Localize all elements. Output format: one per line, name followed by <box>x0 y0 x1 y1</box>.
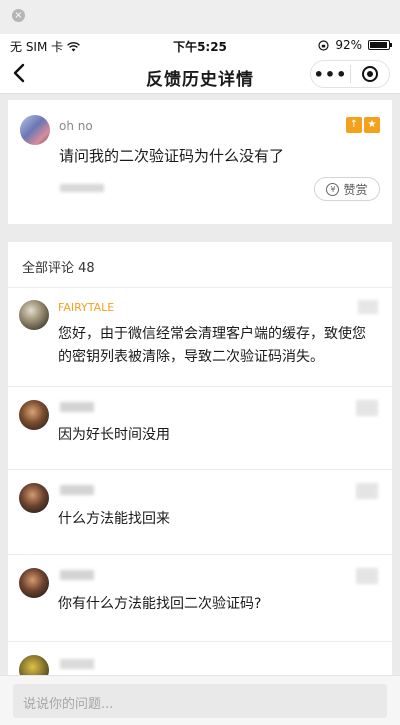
mini-program-capsule: ••• <box>310 60 390 88</box>
nav-bar: 反馈历史详情 ••• <box>0 56 400 94</box>
avatar[interactable] <box>19 483 49 513</box>
comment-text: 你有什么方法能找回二次验证码? <box>58 596 262 612</box>
comments-header: 全部评论 48 <box>22 261 95 276</box>
blurred-reply-count <box>356 483 378 499</box>
blurred-username <box>60 659 94 669</box>
comment-input-bar: 说说你的问题... <box>0 675 400 725</box>
blurred-reply-count <box>356 568 378 584</box>
window-bar: × <box>0 0 400 34</box>
question-input[interactable]: 说说你的问题... <box>13 684 387 718</box>
more-options-button[interactable]: ••• <box>311 65 350 84</box>
post-question-text: 请问我的二次验证码为什么没有了 <box>59 147 285 165</box>
blurred-reply-count <box>356 400 378 416</box>
comment-item: 什么方法能找回来 <box>8 471 392 555</box>
comment-text: 您好，由于微信经常会清理客户端的缓存，致使您的密钥列表被清除，导致二次验证码消失… <box>58 326 366 365</box>
orientation-lock-icon <box>318 39 329 51</box>
status-right: 92% <box>318 38 392 52</box>
battery-percent: 92% <box>335 38 362 52</box>
blurred-username <box>60 402 94 412</box>
avatar[interactable] <box>19 300 49 330</box>
comment-text: 因为好长时间没用 <box>58 427 170 443</box>
star-badge-icon: ★ <box>364 117 380 133</box>
comment-item: FAIRYTALE 您好，由于微信经常会清理客户端的缓存，致使您的密钥列表被清除… <box>8 288 392 387</box>
reward-coin-icon: ¥ <box>326 182 340 196</box>
reward-button-label: 赞赏 <box>343 182 368 197</box>
reward-button[interactable]: ¥ 赞赏 <box>314 177 380 201</box>
close-icon[interactable]: × <box>12 9 25 22</box>
level-up-badge-icon: ↑ <box>346 117 362 133</box>
close-mini-program-button[interactable] <box>351 66 389 82</box>
blurred-timestamp <box>60 184 104 192</box>
post-username: oh no <box>59 119 93 133</box>
comments-section: 全部评论 48 FAIRYTALE 您好，由于微信经常会清理客户端的缓存，致使您… <box>8 242 392 725</box>
avatar[interactable] <box>19 568 49 598</box>
comment-username[interactable]: FAIRYTALE <box>58 301 114 314</box>
status-bar: 无 SIM 卡 下午5:25 92% <box>0 34 400 56</box>
blurred-username <box>60 570 94 580</box>
battery-icon <box>368 40 392 50</box>
user-badges: ↑ ★ <box>346 117 380 133</box>
target-circle-icon <box>361 66 378 82</box>
feedback-post-card: oh no ↑ ★ 请问我的二次验证码为什么没有了 ¥ 赞赏 <box>8 100 392 224</box>
blurred-reply-count <box>358 300 378 314</box>
avatar[interactable] <box>20 115 50 145</box>
blurred-username <box>60 485 94 495</box>
comment-item: 因为好长时间没用 <box>8 388 392 470</box>
avatar[interactable] <box>19 400 49 430</box>
comment-text: 什么方法能找回来 <box>58 511 170 527</box>
comment-item: 你有什么方法能找回二次验证码? <box>8 556 392 642</box>
